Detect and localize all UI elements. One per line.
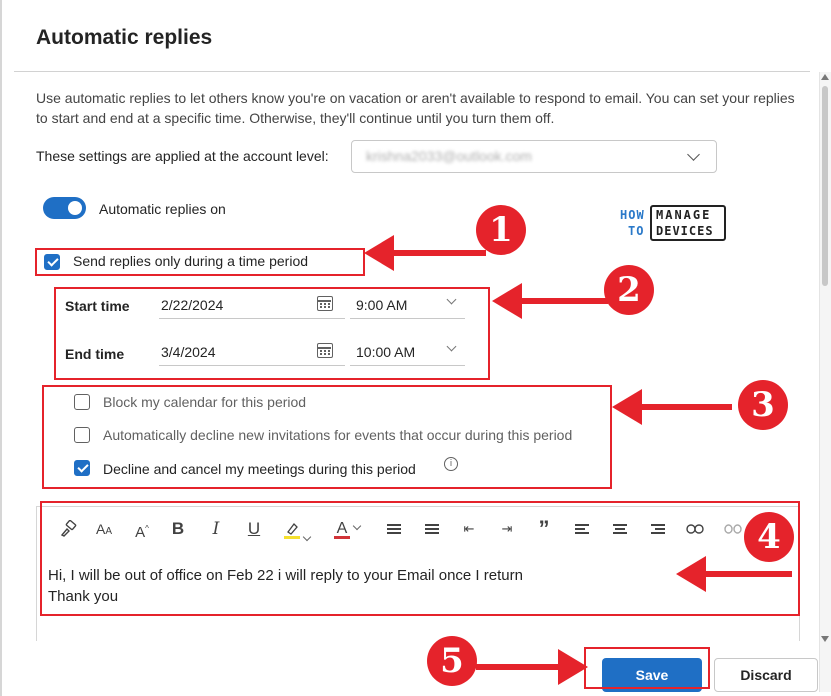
automatic-replies-toggle[interactable] (43, 197, 86, 219)
callout-arrowhead-5 (558, 649, 588, 685)
callout-box-5 (584, 647, 710, 689)
step-badge-1: 1 (476, 205, 526, 255)
callout-arrowhead-1 (364, 235, 394, 271)
callout-arrowhead-4 (676, 556, 706, 592)
dialog-title: Automatic replies (36, 26, 213, 49)
logo-to-text: TO (628, 224, 645, 238)
chevron-down-icon (687, 148, 700, 161)
callout-box-1 (35, 248, 365, 276)
logo-devices-text: DEVICES (656, 224, 714, 238)
dialog-header: Automatic replies (14, 0, 810, 72)
callout-box-2 (54, 287, 490, 380)
toggle-knob (68, 201, 82, 215)
callout-arrow-1 (390, 250, 486, 256)
description-text: Use automatic replies to let others know… (36, 90, 795, 126)
callout-arrow-5 (476, 664, 562, 670)
callout-box-3 (42, 385, 612, 489)
scroll-down-arrow-icon[interactable] (821, 636, 829, 642)
howtomanagedevices-logo: HOW TO MANAGE DEVICES (614, 204, 730, 244)
account-level-label: These settings are applied at the accoun… (36, 148, 329, 164)
automatic-replies-label: Automatic replies on (99, 201, 226, 217)
step-badge-2: 2 (604, 265, 654, 315)
callout-arrow-4 (702, 571, 792, 577)
scrollbar-thumb[interactable] (822, 86, 828, 286)
step-badge-3: 3 (738, 380, 788, 430)
callout-arrow-2 (518, 298, 608, 304)
account-value: krishna2033@outlook.com (366, 148, 532, 164)
logo-how-text: HOW (620, 208, 645, 222)
callout-arrow-3 (638, 404, 732, 410)
callout-arrowhead-3 (612, 389, 642, 425)
automatic-replies-dialog: Automatic replies Use automatic replies … (0, 0, 831, 696)
logo-manage-text: MANAGE (656, 208, 712, 222)
account-select[interactable]: krishna2033@outlook.com (351, 140, 717, 173)
callout-arrowhead-2 (492, 283, 522, 319)
step-badge-4: 4 (744, 512, 794, 562)
step-badge-5: 5 (427, 636, 477, 686)
scroll-up-arrow-icon[interactable] (821, 74, 829, 80)
discard-button[interactable]: Discard (714, 658, 818, 692)
